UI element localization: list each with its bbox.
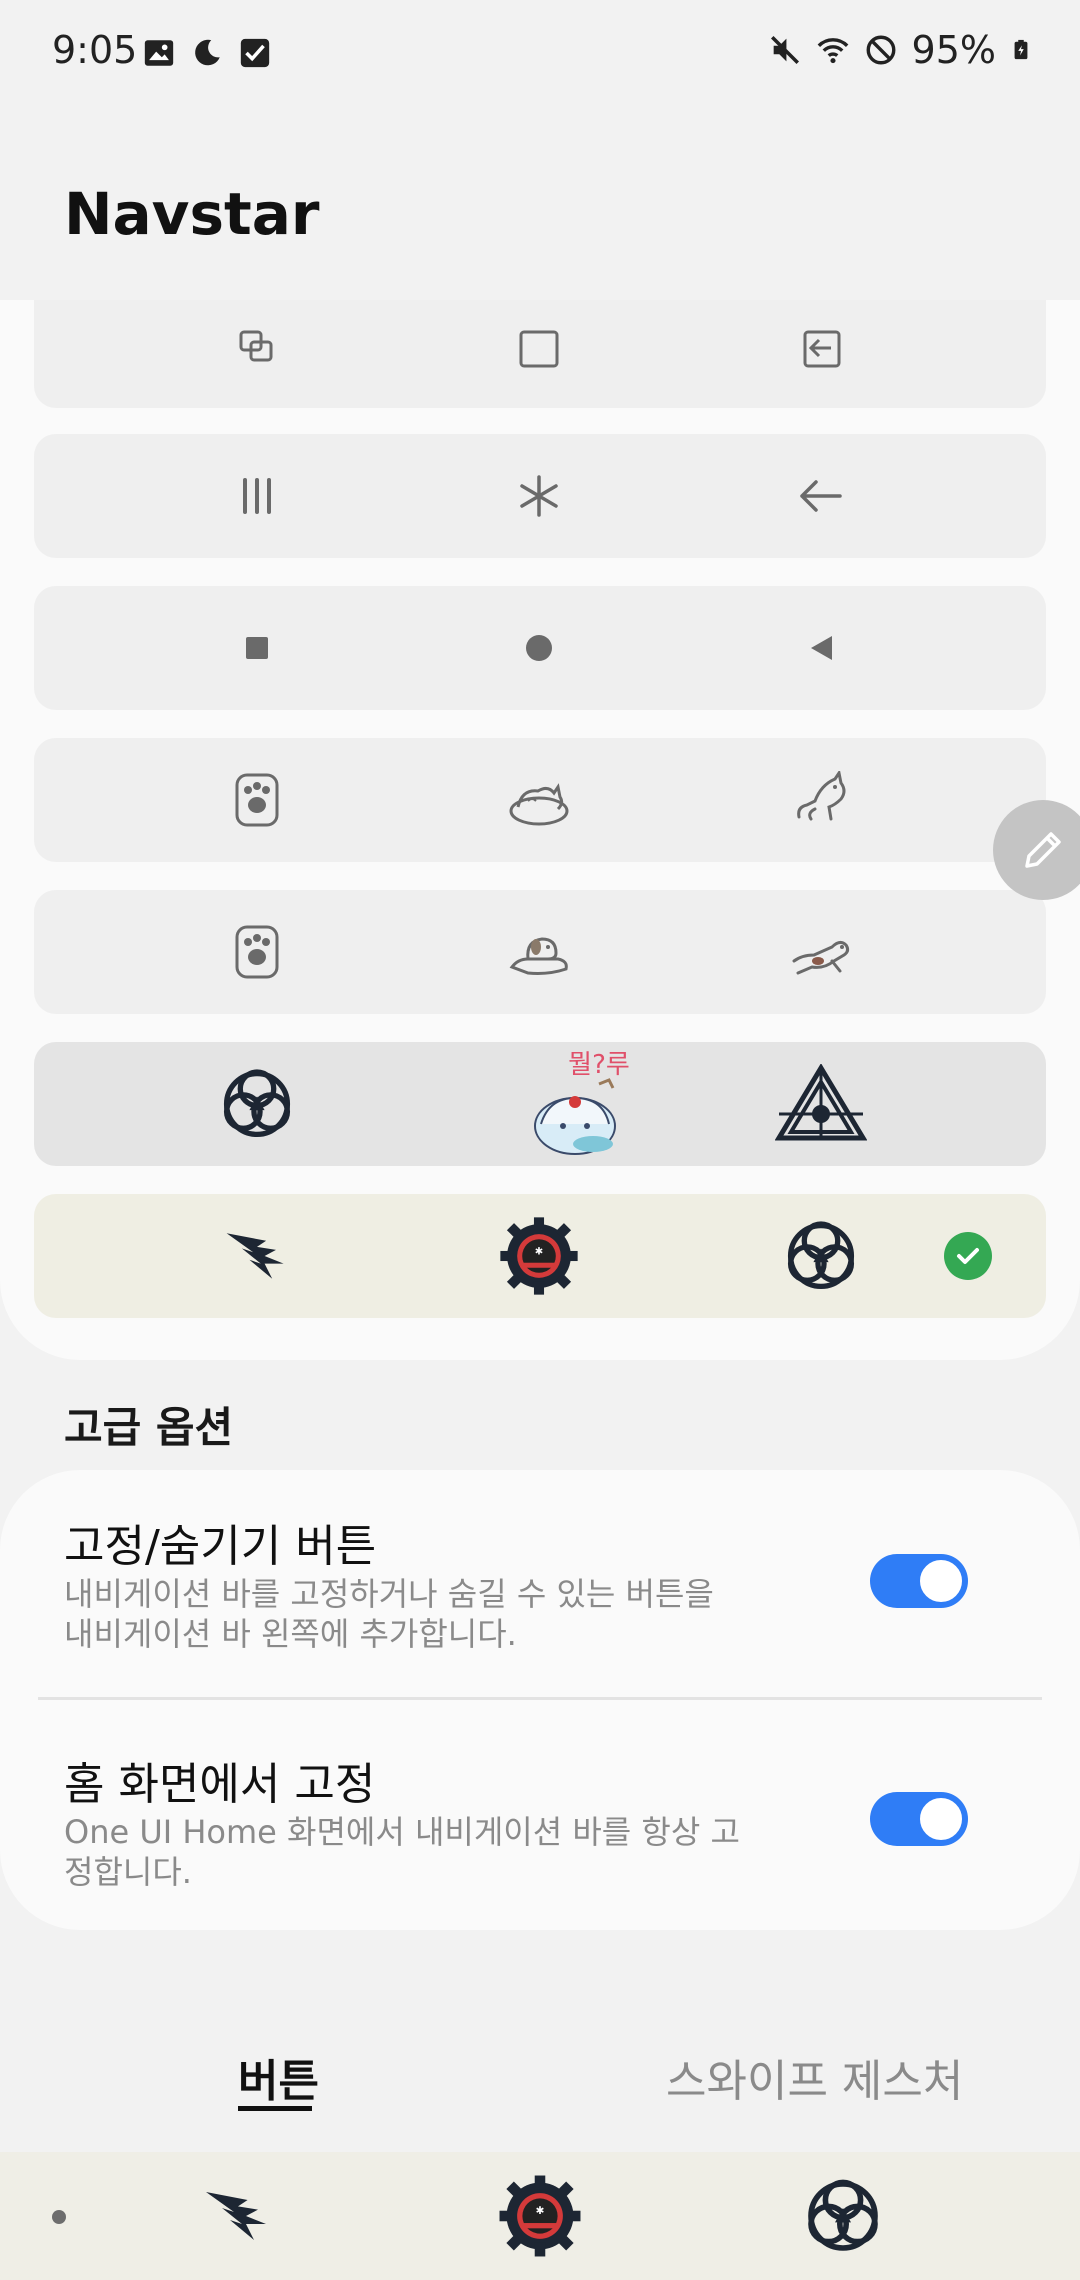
back-triangle-icon — [771, 586, 871, 710]
running-dog-icon — [771, 890, 871, 1014]
battery-percent: 95% — [911, 28, 996, 72]
triskelion-emblem-icon — [771, 1194, 871, 1318]
stretching-cat-icon — [771, 738, 871, 862]
status-right-icons: 95% — [768, 28, 1032, 72]
moon-icon — [195, 39, 220, 66]
tab-buttons[interactable]: 버튼 — [238, 2045, 319, 2109]
option-title: 고정/숨기기 버튼 — [64, 1521, 377, 1572]
tab-swipe-gestures[interactable]: 스와이프 제스처 — [666, 2045, 963, 2109]
icon-pack-row[interactable] — [34, 890, 1046, 1014]
app-screen: 9:05 95% Navstar 뭘?루 고급 옵션 고정/숨기기 버튼 내비게… — [0, 0, 1080, 2280]
dnd-icon — [866, 35, 895, 65]
icon-pack-row[interactable]: 뭘?루 — [34, 1042, 1046, 1166]
active-tab-indicator — [238, 2106, 312, 2111]
triskelion-emblem-icon — [207, 1042, 307, 1166]
navigation-bar — [0, 2152, 1080, 2280]
recents-bars-icon — [207, 434, 307, 558]
checkbox-icon — [240, 38, 270, 68]
feather-emblem-icon — [207, 1194, 307, 1318]
pencil-icon — [1025, 832, 1061, 868]
pin-hide-dot-button[interactable] — [52, 2210, 66, 2224]
icon-pack-row[interactable] — [34, 300, 1046, 408]
sleeping-dog-icon — [489, 890, 589, 1014]
recents-filled-square-icon — [207, 586, 307, 710]
option-description: 내비게이션 바를 고정하거나 숨길 수 있는 버튼을 내비게이션 바 왼쪽에 추… — [64, 1575, 714, 1653]
nav-home-button[interactable] — [490, 2166, 590, 2266]
page-title: Navstar — [64, 180, 320, 248]
option-description: One UI Home 화면에서 내비게이션 바를 항상 고정합니다. — [64, 1813, 740, 1891]
home-asterisk-icon — [489, 434, 589, 558]
wifi-icon — [817, 38, 848, 64]
pin-hide-toggle[interactable] — [870, 1554, 968, 1608]
section-header-advanced: 고급 옵션 — [64, 1403, 234, 1452]
status-bar: 9:05 95% — [0, 0, 1080, 110]
battery-charging-icon — [1014, 39, 1028, 60]
cat-paw-icon — [207, 738, 307, 862]
gear-badge-emblem-icon — [489, 1194, 589, 1318]
mute-icon — [770, 35, 799, 65]
image-icon — [144, 40, 174, 66]
recents-stacked-icon — [207, 300, 307, 408]
triskelion-emblem-icon — [803, 2176, 883, 2256]
status-left-icons — [142, 36, 272, 70]
nav-recents-button[interactable] — [188, 2166, 288, 2266]
divider — [38, 1697, 1042, 1700]
dog-paw-icon — [207, 890, 307, 1014]
toggle-knob — [918, 1796, 964, 1842]
pin-on-home-toggle[interactable] — [870, 1792, 968, 1846]
gear-badge-emblem-icon — [499, 2175, 581, 2257]
home-square-icon — [489, 300, 589, 408]
sticker-caption: 뭘?루 — [568, 1050, 630, 1080]
icon-pack-row-selected[interactable] — [34, 1194, 1046, 1318]
status-time: 9:05 — [52, 28, 138, 72]
eye-triangle-emblem-icon — [771, 1042, 871, 1166]
nav-back-button[interactable] — [793, 2166, 893, 2266]
icon-pack-row[interactable] — [34, 434, 1046, 558]
sleeping-cat-icon — [489, 738, 589, 862]
feather-emblem-icon — [206, 2192, 266, 2240]
anime-sticker-icon: 뭘?루 — [519, 1042, 639, 1166]
back-box-arrow-icon — [771, 300, 871, 408]
selected-check-icon — [944, 1232, 992, 1280]
icon-pack-row[interactable] — [34, 586, 1046, 710]
back-arrow-icon — [771, 434, 871, 558]
home-filled-circle-icon — [489, 586, 589, 710]
option-title: 홈 화면에서 고정 — [64, 1759, 376, 1810]
toggle-knob — [918, 1558, 964, 1604]
icon-pack-row[interactable] — [34, 738, 1046, 862]
